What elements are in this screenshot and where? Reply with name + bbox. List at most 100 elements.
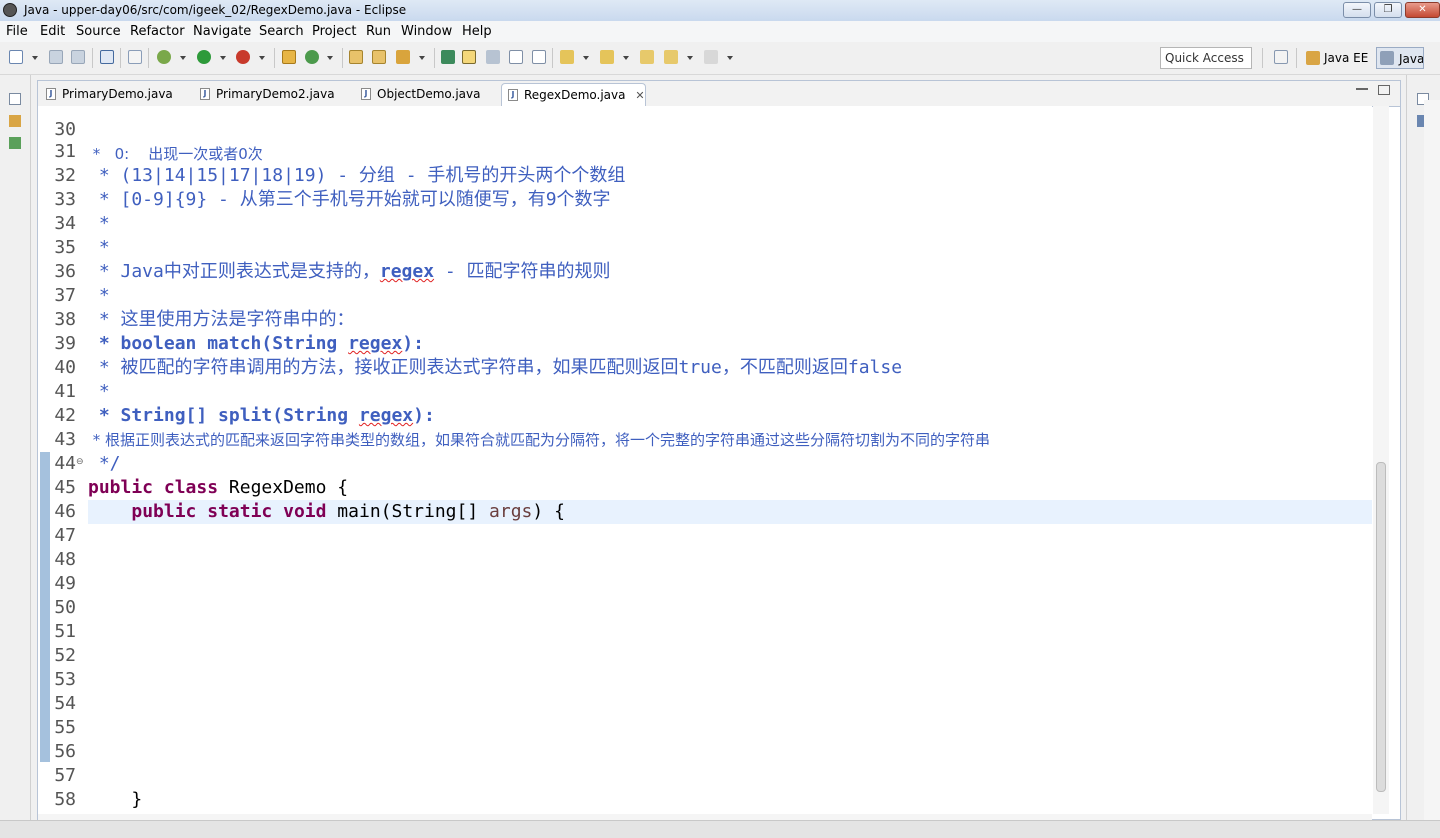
window-vertical-scrollbar[interactable] <box>1424 100 1440 820</box>
code-text: * 0: 出现一次或者0次 <box>88 145 263 163</box>
code-text: public class RegexDemo { <box>88 477 349 498</box>
new-java-package-icon[interactable] <box>282 50 296 64</box>
toolbar-separator <box>342 48 343 68</box>
menu-edit[interactable]: Edit <box>40 24 65 39</box>
new-icon[interactable] <box>9 50 23 64</box>
code-text: * boolean match(String regex): <box>88 333 424 354</box>
run-dropdown-icon[interactable] <box>220 56 226 60</box>
tab-primarydemo2[interactable]: J PrimaryDemo2.java <box>194 83 335 105</box>
window-title-bar: Java - upper-day06/src/com/igeek_02/Rege… <box>0 0 1440 22</box>
toolbar-separator <box>1296 48 1297 68</box>
code-line: 39 * 被匹配的字符串调用的方法，接收正则表达式字符串，如果匹配则返回true… <box>38 308 902 378</box>
previous-annotation-icon[interactable] <box>600 50 614 64</box>
menu-navigate[interactable]: Navigate <box>193 24 251 39</box>
java-file-icon: J <box>361 88 371 100</box>
new-dropdown-icon[interactable] <box>32 56 38 60</box>
java-file-icon: J <box>508 89 518 101</box>
perspective-java-ee[interactable]: Java EE <box>1304 47 1368 69</box>
skip-breakpoints-icon[interactable] <box>128 50 142 64</box>
close-tab-icon[interactable]: ✕ <box>635 85 644 107</box>
minimize-button[interactable]: — <box>1343 2 1371 18</box>
code-line: 38 * boolean match(String regex): <box>38 284 424 354</box>
open-perspective-icon[interactable] <box>1274 50 1288 64</box>
toggle-annotation-icon[interactable] <box>441 50 455 64</box>
menu-refactor[interactable]: Refactor <box>130 24 185 39</box>
new-java-class-icon[interactable] <box>305 50 319 64</box>
last-edit-location-icon[interactable] <box>640 50 654 64</box>
menu-project[interactable]: Project <box>312 24 356 39</box>
debug-icon[interactable] <box>157 50 171 64</box>
code-line: 49 <box>38 548 103 594</box>
menu-file[interactable]: File <box>6 24 28 39</box>
code-line: 57 } <box>38 740 142 810</box>
tab-label: RegexDemo.java <box>524 88 626 102</box>
back-dropdown-icon[interactable] <box>687 56 693 60</box>
open-type-icon[interactable] <box>349 50 363 64</box>
forward-dropdown-icon[interactable] <box>727 56 733 60</box>
menu-window[interactable]: Window <box>401 24 452 39</box>
quick-access-input[interactable]: Quick Access <box>1160 47 1252 69</box>
scrollbar-thumb[interactable] <box>1376 462 1386 792</box>
close-button[interactable]: ✕ <box>1405 2 1440 18</box>
external-tools-icon[interactable] <box>236 50 250 64</box>
toolbar-separator <box>1262 48 1263 68</box>
package-explorer-icon[interactable] <box>9 115 21 127</box>
code-line: 33 * <box>38 164 109 234</box>
eclipse-app-icon <box>3 3 17 17</box>
code-line: 32 * [0-9]{9} - 从第三个手机号开始就可以随便写，有9个数字 <box>38 140 610 210</box>
menu-run[interactable]: Run <box>366 24 391 39</box>
perspective-java[interactable]: Java <box>1376 47 1424 69</box>
run-icon[interactable] <box>197 50 211 64</box>
mark-occurrences-icon[interactable] <box>462 50 476 64</box>
next-annotation-icon[interactable] <box>560 50 574 64</box>
show-whitespace-icon[interactable] <box>532 50 546 64</box>
restore-icon[interactable] <box>9 93 21 105</box>
maximize-button[interactable]: ❐ <box>1374 2 1402 18</box>
toolbar-separator <box>92 48 93 68</box>
code-area[interactable]: ⊖ 30 * 0: 出现一次或者0次 31 * (13|14|15|17|18|… <box>38 106 1372 814</box>
code-line: 31 * (13|14|15|17|18|19) - 分组 - 手机号的开头两个… <box>38 116 625 186</box>
word-wrap-icon[interactable] <box>486 50 500 64</box>
maximize-editor-icon[interactable] <box>1378 85 1390 95</box>
editor-vertical-scrollbar[interactable] <box>1373 106 1389 814</box>
search-dropdown-icon[interactable] <box>419 56 425 60</box>
console-icon[interactable] <box>100 50 114 64</box>
forward-icon[interactable] <box>704 50 718 64</box>
open-task-icon[interactable] <box>372 50 386 64</box>
new-class-dropdown-icon[interactable] <box>327 56 333 60</box>
toolbar-separator <box>274 48 275 68</box>
code-line: 44 public class RegexDemo { <box>38 428 348 498</box>
code-line: 51 <box>38 596 103 642</box>
toolbar-separator <box>552 48 553 68</box>
menu-bar: File Edit Source Refactor Navigate Searc… <box>0 21 1440 42</box>
external-tools-dropdown-icon[interactable] <box>259 56 265 60</box>
code-text: * Java中对正则表达式是支持的，regex - 匹配字符串的规则 <box>88 261 611 282</box>
menu-source[interactable]: Source <box>76 24 121 39</box>
code-text: * 被匹配的字符串调用的方法，接收正则表达式字符串，如果匹配则返回true，不匹… <box>88 357 903 378</box>
menu-search[interactable]: Search <box>259 24 304 39</box>
code-text: * [0-9]{9} - 从第三个手机号开始就可以随便写，有9个数字 <box>88 189 611 210</box>
code-line: 36 * <box>38 236 109 306</box>
toolbar-separator <box>148 48 149 68</box>
code-line: 50 <box>38 572 103 618</box>
tab-regexdemo[interactable]: J RegexDemo.java ✕ <box>501 83 646 107</box>
code-line: 55 <box>38 692 103 738</box>
save-icon[interactable] <box>49 50 63 64</box>
block-selection-icon[interactable] <box>509 50 523 64</box>
next-annotation-dropdown-icon[interactable] <box>583 56 589 60</box>
previous-annotation-dropdown-icon[interactable] <box>623 56 629 60</box>
menu-help[interactable]: Help <box>462 24 492 39</box>
search-icon[interactable] <box>396 50 410 64</box>
tab-label: PrimaryDemo2.java <box>216 87 335 101</box>
back-icon[interactable] <box>664 50 678 64</box>
debug-dropdown-icon[interactable] <box>180 56 186 60</box>
toolbar-separator <box>120 48 121 68</box>
type-hierarchy-icon[interactable] <box>9 137 21 149</box>
code-line: 42 * 根据正则表达式的匹配来返回字符串类型的数组，如果符合就匹配为分隔符，将… <box>38 380 990 449</box>
java-perspective-icon <box>1380 51 1394 65</box>
tab-objectdemo[interactable]: J ObjectDemo.java <box>355 83 480 105</box>
minimize-editor-icon[interactable] <box>1356 88 1368 91</box>
tab-primarydemo[interactable]: J PrimaryDemo.java <box>40 83 173 105</box>
code-line: 40 * <box>38 332 109 402</box>
save-all-icon[interactable] <box>71 50 85 64</box>
